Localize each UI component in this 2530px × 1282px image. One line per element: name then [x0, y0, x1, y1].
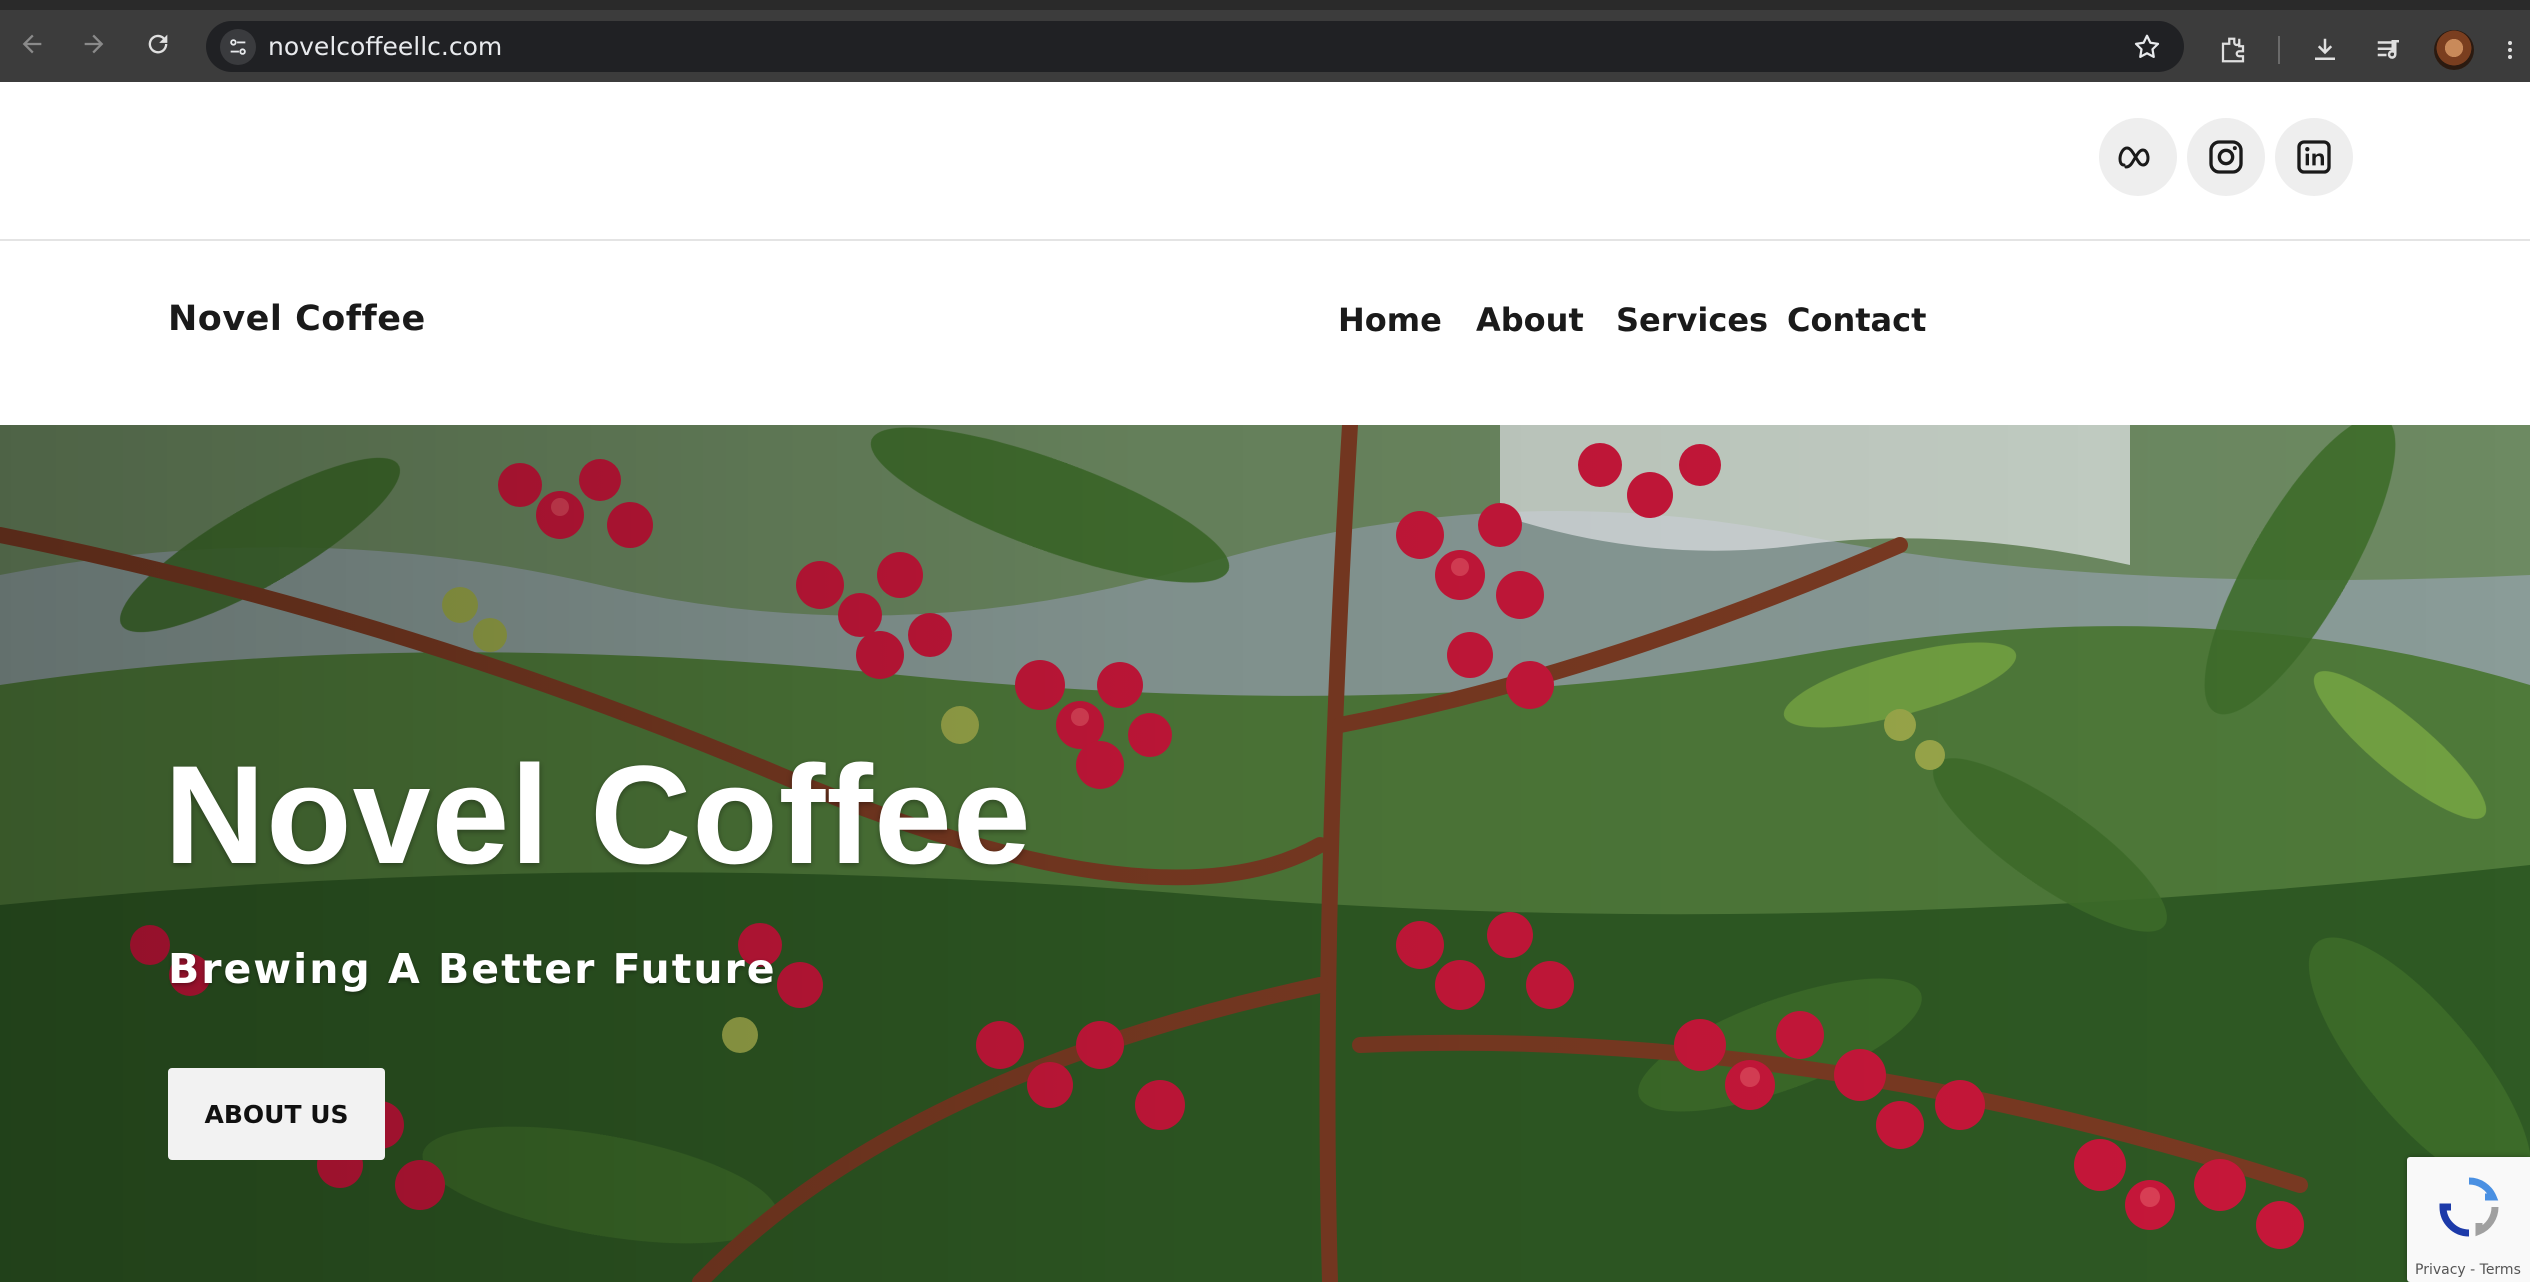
menu-kebab-icon[interactable]: [2500, 33, 2520, 67]
hero-subtitle: Brewing A Better Future: [168, 945, 777, 993]
nav-about[interactable]: About: [1476, 241, 1584, 399]
nav-home[interactable]: Home: [1338, 241, 1442, 399]
recaptcha-privacy-terms[interactable]: Privacy - Terms: [2415, 1262, 2521, 1278]
site-info-icon[interactable]: [220, 29, 256, 65]
meta-icon[interactable]: [2099, 118, 2177, 196]
recaptcha-badge[interactable]: Privacy - Terms: [2407, 1157, 2530, 1282]
address-bar[interactable]: novelcoffeellc.com: [206, 21, 2184, 72]
hero-title: Novel Coffee: [164, 736, 1032, 893]
toolbar-separator: [2278, 36, 2280, 64]
nav-contact[interactable]: Contact: [1787, 241, 1926, 399]
site-brand[interactable]: Novel Coffee: [168, 241, 426, 397]
site-header: Novel Coffee Home About Services Contact: [0, 241, 2530, 425]
instagram-icon[interactable]: [2187, 118, 2265, 196]
hero-section: Novel Coffee Brewing A Better Future ABO…: [0, 425, 2530, 1282]
download-icon[interactable]: [2308, 33, 2342, 67]
social-bar: [0, 82, 2530, 241]
browser-toolbar: novelcoffeellc.com: [0, 0, 2530, 82]
forward-arrow-icon[interactable]: [78, 28, 110, 60]
url-text[interactable]: novelcoffeellc.com: [268, 21, 502, 72]
profile-avatar[interactable]: [2434, 30, 2474, 70]
recaptcha-icon: [2439, 1177, 2499, 1237]
linkedin-icon[interactable]: [2275, 118, 2353, 196]
reload-icon[interactable]: [142, 28, 174, 60]
back-arrow-icon[interactable]: [16, 28, 48, 60]
nav-services[interactable]: Services: [1616, 241, 1768, 399]
extensions-icon[interactable]: [2216, 33, 2250, 67]
about-us-button[interactable]: ABOUT US: [168, 1068, 385, 1160]
bookmark-star-icon[interactable]: [2132, 32, 2162, 62]
media-controls-icon[interactable]: [2372, 33, 2406, 67]
